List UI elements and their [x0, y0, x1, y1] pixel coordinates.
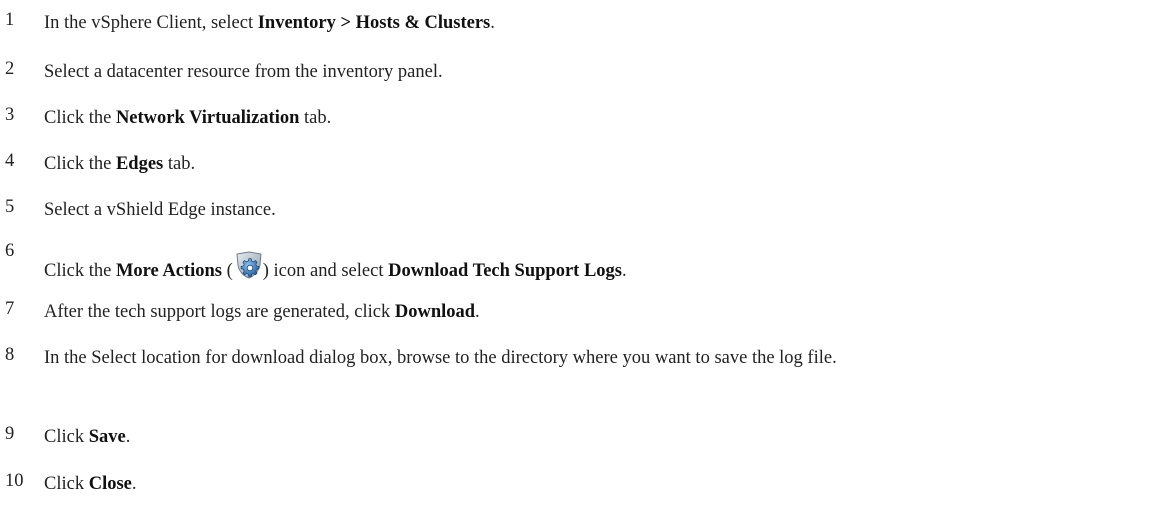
step-number: 5 — [5, 197, 15, 217]
step-number: 4 — [5, 151, 15, 171]
ui-term: Network Virtualization — [115, 108, 300, 128]
step-text: After the tech support logs are generate… — [44, 302, 480, 322]
step-number: 2 — [5, 59, 15, 79]
step-text: Click the Network Virtualization tab. — [44, 108, 332, 128]
step-number: 1 — [5, 10, 15, 30]
ui-term: Inventory > Hosts & Clusters — [257, 13, 491, 33]
step-text: Click Save. — [44, 427, 131, 447]
procedure-steps: 1 In the vSphere Client, select Inventor… — [0, 0, 1152, 513]
step-text: Select a vShield Edge instance. — [44, 200, 276, 220]
step-text: In the vSphere Client, select Inventory … — [44, 13, 495, 33]
step-text: Select a datacenter resource from the in… — [44, 62, 443, 82]
step-text: Click Close. — [44, 474, 137, 494]
step-number: 3 — [5, 105, 15, 125]
step-number: 9 — [5, 424, 15, 444]
step-number: 10 — [5, 471, 24, 491]
ui-term: Save — [88, 427, 126, 447]
ui-term: Close — [88, 474, 132, 494]
ui-term: More Actions — [115, 261, 222, 281]
step-text: Click the Edges tab. — [44, 154, 196, 174]
step-number: 7 — [5, 299, 15, 319]
step-number: 8 — [5, 345, 15, 365]
ui-term: Edges — [115, 154, 164, 174]
more-actions-gear-icon — [234, 251, 262, 279]
step-text: In the Select location for download dial… — [44, 348, 837, 368]
ui-term: Download — [394, 302, 476, 322]
step-text: Click the More Actions ( ) icon and sele… — [44, 251, 1114, 287]
ui-term: Download Tech Support Logs — [388, 261, 622, 281]
step-number: 6 — [5, 241, 15, 261]
